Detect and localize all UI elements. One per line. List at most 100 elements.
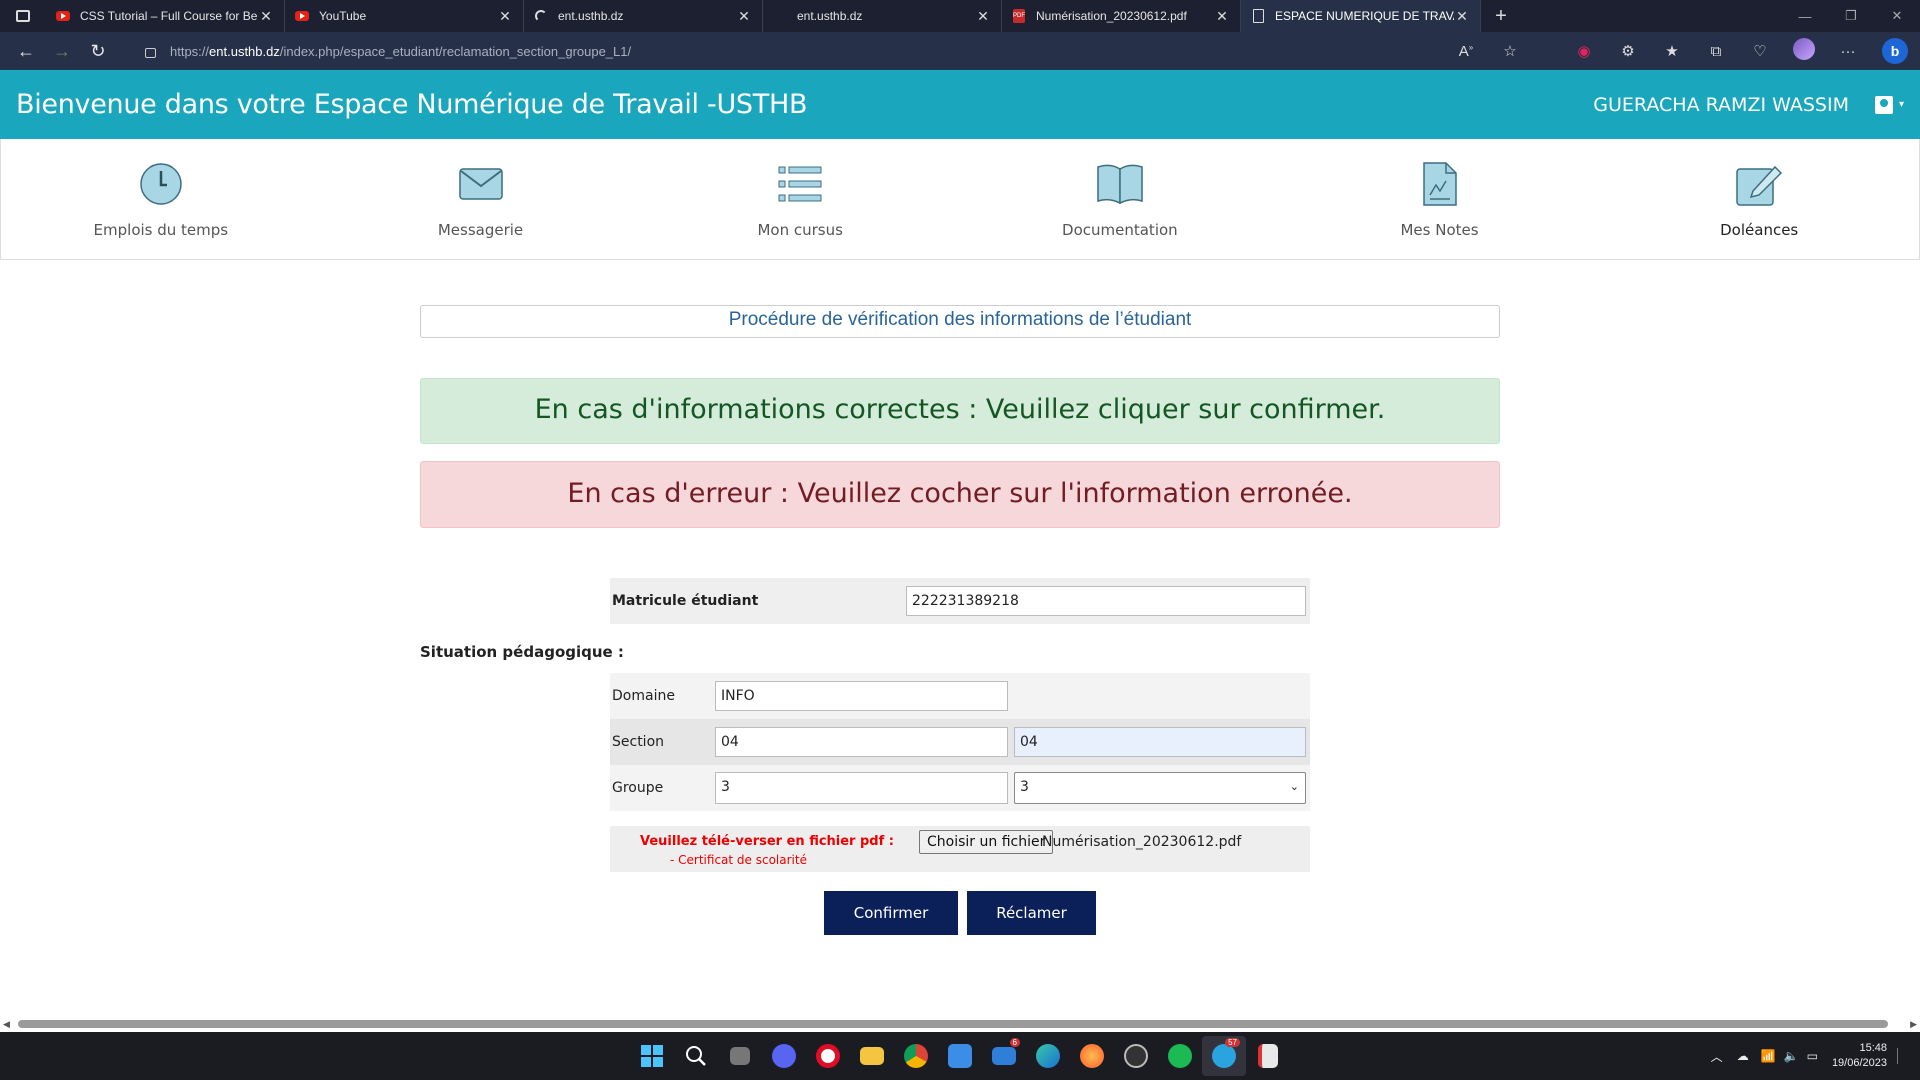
telegram-icon[interactable]: 57 xyxy=(1202,1036,1246,1076)
close-tab-icon[interactable]: ✕ xyxy=(1214,8,1230,25)
domaine-input[interactable]: INFO xyxy=(715,681,1008,711)
section-new-input[interactable]: 04 xyxy=(1014,727,1306,757)
file-explorer-icon[interactable] xyxy=(850,1036,894,1076)
record-icon[interactable]: ◉ xyxy=(1562,42,1606,60)
close-tab-icon[interactable]: ✕ xyxy=(258,8,274,25)
close-tab-icon[interactable]: ✕ xyxy=(975,8,991,25)
procedure-title: Procédure de vérification des informatio… xyxy=(420,305,1500,338)
confirm-button[interactable]: Confirmer xyxy=(824,891,958,935)
situation-label: Situation pédagogique : xyxy=(420,643,624,661)
chrome-icon[interactable] xyxy=(894,1036,938,1076)
horizontal-scrollbar[interactable]: ◀ ▶ xyxy=(0,1016,1920,1032)
nav-label: Documentation xyxy=(1062,221,1178,239)
edit-icon xyxy=(1734,159,1784,209)
book-icon xyxy=(1095,159,1145,209)
clock-time: 15:48 xyxy=(1859,1042,1887,1054)
pdf-reader-icon[interactable] xyxy=(1246,1036,1290,1076)
section-input[interactable]: 04 xyxy=(715,727,1008,757)
browser-tab[interactable]: YouTube ✕ xyxy=(285,0,524,32)
pdf-icon: PDF xyxy=(1012,9,1026,23)
nav-item-documentation[interactable]: Documentation xyxy=(960,139,1280,259)
close-tab-icon[interactable]: ✕ xyxy=(736,8,752,25)
opera-icon[interactable] xyxy=(806,1036,850,1076)
youtube-icon xyxy=(295,9,309,23)
url-field[interactable]: https://ent.usthb.dz/index.php/espace_et… xyxy=(145,32,631,70)
matricule-input[interactable]: 222231389218 xyxy=(906,586,1306,616)
browser-tab[interactable]: CSS Tutorial – Full Course for Be ✕ xyxy=(46,0,285,32)
claim-button[interactable]: Réclamer xyxy=(967,891,1096,935)
wamp-icon[interactable] xyxy=(1114,1036,1158,1076)
tab-title: CSS Tutorial – Full Course for Be xyxy=(80,9,258,23)
domaine-label: Domaine xyxy=(612,688,675,704)
nav-item-notes[interactable]: Mes Notes xyxy=(1280,139,1600,259)
nav-label: Emplois du temps xyxy=(93,221,229,239)
browser-tab[interactable]: PDF Numérisation_20230612.pdf ✕ xyxy=(1002,0,1241,32)
scrollbar-thumb[interactable] xyxy=(18,1020,1888,1028)
lock-icon xyxy=(145,48,156,58)
nav-item-messagerie[interactable]: Messagerie xyxy=(321,139,641,259)
section-label: Section xyxy=(612,734,665,750)
spotify-icon[interactable] xyxy=(1158,1036,1202,1076)
tab-actions-menu[interactable] xyxy=(0,0,46,32)
onedrive-icon[interactable]: ☁ xyxy=(1737,1049,1749,1063)
nav-label: Mon cursus xyxy=(757,221,843,239)
upload-warning: Veuillez télé-verser en fichier pdf : xyxy=(640,834,894,849)
envelope-icon xyxy=(456,159,506,209)
nav-item-emplois[interactable]: Emplois du temps xyxy=(1,139,321,259)
refresh-button[interactable]: ↻ xyxy=(80,32,116,70)
scroll-left-icon[interactable]: ◀ xyxy=(3,1019,10,1030)
url-scheme: https:// xyxy=(170,43,210,59)
browser-tab-active[interactable]: ESPACE NUMERIQUE DE TRAVAIL ✕ xyxy=(1241,0,1481,32)
wifi-icon[interactable]: 📶 xyxy=(1761,1049,1776,1063)
store-icon[interactable] xyxy=(938,1036,982,1076)
browser-tab[interactable]: ent.usthb.dz ✕ xyxy=(524,0,763,32)
browser-tab[interactable]: ent.usthb.dz ✕ xyxy=(763,0,1002,32)
close-tab-icon[interactable]: ✕ xyxy=(1454,8,1470,25)
battery-icon[interactable]: ▭ xyxy=(1807,1049,1818,1063)
task-view-icon[interactable] xyxy=(718,1036,762,1076)
document-icon xyxy=(1251,9,1265,23)
browser-tab-bar: CSS Tutorial – Full Course for Be ✕ YouT… xyxy=(0,0,1920,32)
search-icon[interactable] xyxy=(674,1036,718,1076)
choose-file-button[interactable]: Choisir un fichier xyxy=(919,830,1054,854)
groupe-select[interactable]: 3 ⌄ xyxy=(1014,772,1306,804)
close-window-button[interactable]: ✕ xyxy=(1874,0,1920,32)
url-host: ent.usthb.dz xyxy=(209,43,280,59)
discord-icon[interactable] xyxy=(762,1036,806,1076)
browser-tools: A» ☆ ◉ ⚙ ★ ⧉ ♡ ··· b xyxy=(1444,32,1920,70)
collections-icon[interactable]: ⧉ xyxy=(1694,43,1738,60)
groupe-input[interactable]: 3 xyxy=(715,772,1008,804)
volume-icon[interactable]: 🔈 xyxy=(1784,1049,1799,1063)
matricule-row: Matricule étudiant 222231389218 xyxy=(610,578,1310,624)
taskbar-apps: 6 57 xyxy=(630,1032,1290,1080)
more-menu-icon[interactable]: ··· xyxy=(1826,43,1870,60)
restore-button[interactable]: ❐ xyxy=(1828,0,1874,32)
scroll-right-icon[interactable]: ▶ xyxy=(1910,1019,1917,1030)
favorites-icon[interactable]: ★ xyxy=(1650,42,1694,60)
url-path: /index.php/espace_etudiant/reclamation_s… xyxy=(279,43,632,59)
alert-success: En cas d'informations correctes : Veuill… xyxy=(420,378,1500,444)
minimize-button[interactable]: — xyxy=(1782,0,1828,32)
back-button[interactable]: ← xyxy=(8,32,44,70)
close-tab-icon[interactable]: ✕ xyxy=(497,8,513,25)
firefox-icon[interactable] xyxy=(1070,1036,1114,1076)
edge-icon[interactable] xyxy=(1026,1036,1070,1076)
read-aloud-icon[interactable]: A» xyxy=(1444,43,1488,60)
extensions-icon[interactable]: ⚙ xyxy=(1606,42,1650,60)
favorite-star-icon[interactable]: ☆ xyxy=(1488,42,1532,60)
profile-avatar[interactable] xyxy=(1782,38,1826,64)
clock[interactable]: 15:48 19/06/2023 xyxy=(1832,1041,1887,1071)
health-icon[interactable]: ♡ xyxy=(1738,42,1782,60)
forward-button[interactable]: → xyxy=(44,32,80,70)
user-menu[interactable]: GUERACHA RAMZI WASSIM ▾ xyxy=(1593,94,1904,116)
groupe-label: Groupe xyxy=(612,780,664,796)
windows-start-icon[interactable] xyxy=(630,1036,674,1076)
chevron-up-icon[interactable]: ︿ xyxy=(1711,1048,1723,1065)
tab-title: YouTube xyxy=(319,9,367,23)
show-desktop-button[interactable] xyxy=(1897,1048,1900,1064)
nav-item-cursus[interactable]: Mon cursus xyxy=(640,139,960,259)
bing-icon[interactable]: b xyxy=(1870,38,1920,64)
nav-item-doleances[interactable]: Doléances xyxy=(1599,139,1919,259)
new-tab-button[interactable]: + xyxy=(1481,0,1521,32)
mail-icon[interactable]: 6 xyxy=(982,1036,1026,1076)
